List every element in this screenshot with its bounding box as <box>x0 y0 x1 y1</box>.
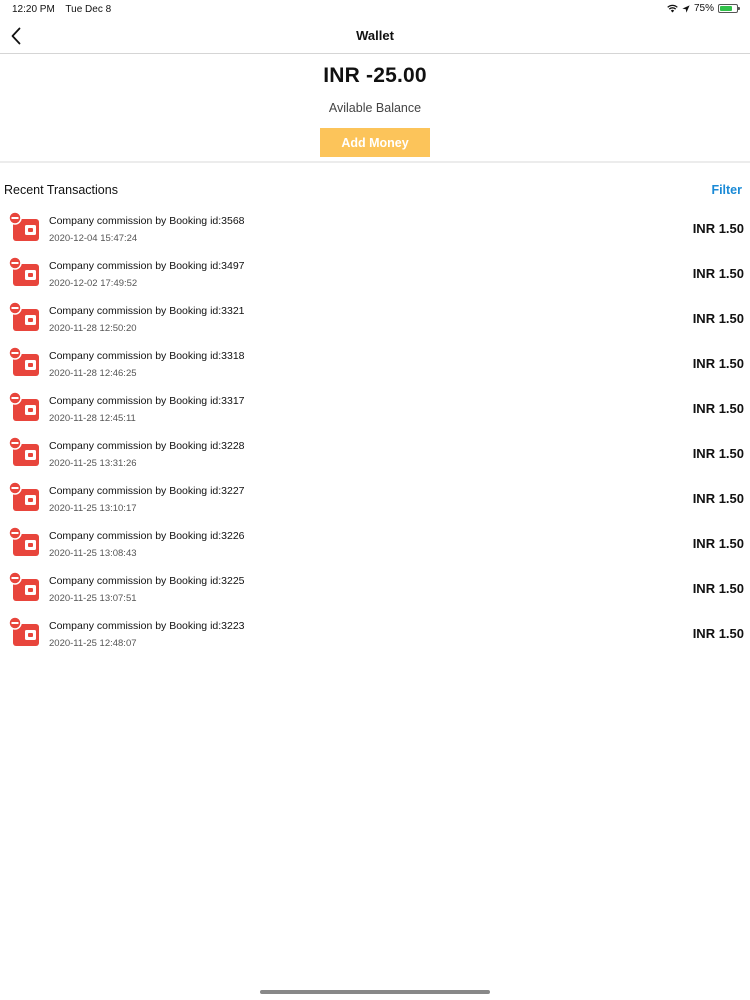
transaction-date: 2020-12-04 15:47:24 <box>49 233 138 244</box>
transaction-row[interactable]: Company commission by Booking id:3321 20… <box>0 295 750 340</box>
status-date: Tue Dec 8 <box>65 4 112 15</box>
transaction-date: 2020-11-25 13:10:17 <box>49 503 137 514</box>
battery-percent: 75% <box>693 3 714 14</box>
wallet-debit-icon <box>8 301 39 331</box>
status-right: 75% <box>667 3 740 14</box>
battery-fill <box>720 6 732 11</box>
transaction-row[interactable]: Company commission by Booking id:3223 20… <box>0 610 750 655</box>
transaction-row[interactable]: Company commission by Booking id:3497 20… <box>0 250 750 295</box>
transaction-date: 2020-11-28 12:46:25 <box>49 368 137 379</box>
transaction-row[interactable]: Company commission by Booking id:3226 20… <box>0 520 750 565</box>
transaction-amount: INR 1.50 <box>692 446 744 461</box>
transaction-title: Company commission by Booking id:3321 <box>49 305 245 317</box>
transaction-title: Company commission by Booking id:3226 <box>49 530 245 542</box>
wallet-debit-icon <box>8 616 39 646</box>
transaction-amount: INR 1.50 <box>692 491 744 506</box>
status-time: 12:20 PM <box>12 4 55 15</box>
transaction-amount: INR 1.50 <box>692 581 744 596</box>
transaction-row[interactable]: Company commission by Booking id:3225 20… <box>0 565 750 610</box>
transaction-amount: INR 1.50 <box>692 221 744 236</box>
transaction-title: Company commission by Booking id:3225 <box>49 575 245 587</box>
transaction-amount: INR 1.50 <box>692 536 744 551</box>
recent-transactions-header: Recent Transactions Filter <box>0 183 750 199</box>
wallet-debit-icon <box>8 256 39 286</box>
transaction-row[interactable]: Company commission by Booking id:3227 20… <box>0 475 750 520</box>
transaction-date: 2020-11-25 12:48:07 <box>49 638 137 649</box>
wallet-debit-icon <box>8 211 39 241</box>
transaction-title: Company commission by Booking id:3497 <box>49 260 245 272</box>
transaction-title: Company commission by Booking id:3568 <box>49 215 245 227</box>
page-title: Wallet <box>356 28 394 43</box>
battery-icon <box>718 4 740 13</box>
transaction-list: Company commission by Booking id:3568 20… <box>0 205 750 655</box>
transaction-title: Company commission by Booking id:3223 <box>49 620 245 632</box>
transaction-amount: INR 1.50 <box>692 356 744 371</box>
location-arrow-icon <box>682 4 690 13</box>
transaction-row[interactable]: Company commission by Booking id:3317 20… <box>0 385 750 430</box>
wallet-debit-icon <box>8 346 39 376</box>
status-left: 12:20 PM Tue Dec 8 <box>12 4 119 15</box>
recent-transactions-title: Recent Transactions <box>4 183 118 197</box>
transaction-date: 2020-11-28 12:45:11 <box>49 413 136 424</box>
nav-bar: Wallet <box>0 18 750 54</box>
wallet-debit-icon <box>8 436 39 466</box>
transaction-row[interactable]: Company commission by Booking id:3568 20… <box>0 205 750 250</box>
transaction-date: 2020-11-25 13:08:43 <box>49 548 137 559</box>
transaction-amount: INR 1.50 <box>692 266 744 281</box>
transaction-date: 2020-11-25 13:31:26 <box>49 458 137 469</box>
filter-button[interactable]: Filter <box>711 183 742 197</box>
balance-label: Avilable Balance <box>328 101 422 115</box>
transaction-title: Company commission by Booking id:3227 <box>49 485 245 497</box>
wallet-debit-icon <box>8 571 39 601</box>
wallet-debit-icon <box>8 391 39 421</box>
transaction-date: 2020-11-28 12:50:20 <box>49 323 137 334</box>
wifi-icon <box>667 4 678 13</box>
wallet-debit-icon <box>8 481 39 511</box>
balance-amount: INR -25.00 <box>323 64 427 87</box>
wallet-debit-icon <box>8 526 39 556</box>
transaction-amount: INR 1.50 <box>692 401 744 416</box>
transaction-amount: INR 1.50 <box>692 311 744 326</box>
transaction-title: Company commission by Booking id:3228 <box>49 440 245 452</box>
transaction-row[interactable]: Company commission by Booking id:3228 20… <box>0 430 750 475</box>
balance-section: INR -25.00 Avilable Balance Add Money <box>0 55 750 163</box>
transaction-title: Company commission by Booking id:3318 <box>49 350 245 362</box>
home-indicator[interactable] <box>260 990 490 994</box>
transaction-amount: INR 1.50 <box>692 626 744 641</box>
transaction-title: Company commission by Booking id:3317 <box>49 395 245 407</box>
transaction-date: 2020-12-02 17:49:52 <box>49 278 138 289</box>
transaction-date: 2020-11-25 13:07:51 <box>49 593 137 604</box>
add-money-button[interactable]: Add Money <box>320 128 430 157</box>
transaction-row[interactable]: Company commission by Booking id:3318 20… <box>0 340 750 385</box>
status-bar: 12:20 PM Tue Dec 8 75% <box>0 0 750 18</box>
